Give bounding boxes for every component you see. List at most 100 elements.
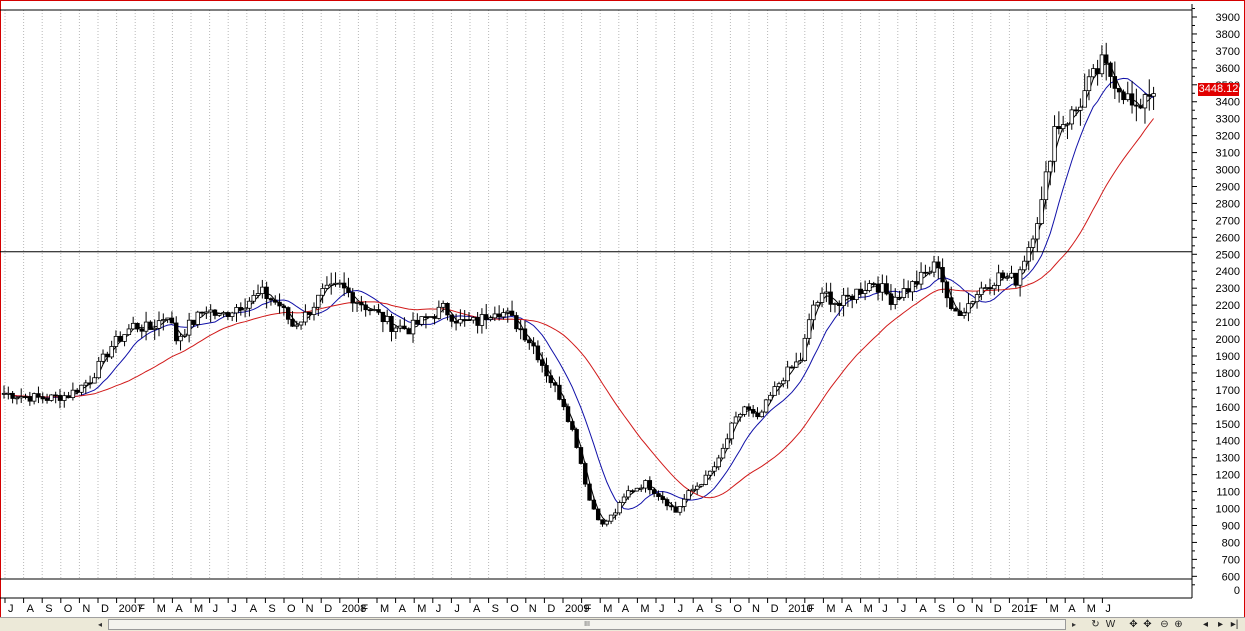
candle-body [656, 493, 661, 497]
scroll-back-icon[interactable]: ◂ [1199, 618, 1212, 631]
candle-body [423, 316, 429, 318]
price-chart[interactable]: 600 700 800 900 1000 1100 1200 1300 1400 1500 1600… [0, 0, 1245, 617]
candle [260, 279, 265, 299]
candle-body [1000, 272, 1006, 279]
scroll-end-icon[interactable]: ▸| [1228, 618, 1241, 631]
x-tick-label: F [585, 603, 592, 615]
candle [49, 394, 54, 402]
scroll-forward-icon[interactable]: ▸ [1214, 618, 1227, 631]
candle [1129, 80, 1135, 114]
candle-body [974, 294, 980, 303]
candle-body [815, 302, 820, 306]
y-tick-label: 2200 [1216, 300, 1240, 312]
candle-body [471, 317, 476, 321]
candle [118, 331, 123, 343]
candle-body [845, 294, 851, 297]
y-tick-label: 1900 [1216, 351, 1240, 363]
x-tick-label: D [101, 603, 109, 615]
candle [186, 312, 192, 343]
move-icon[interactable]: ✥ [1141, 618, 1154, 631]
candle [1052, 115, 1057, 173]
candle-body [630, 490, 635, 493]
horizontal-scrollbar[interactable]: ◂ III ▸ ↻ W ✥ ✥ ⊖ ⊕ ◂ ▸ ▸| [0, 617, 1245, 631]
candle [363, 301, 368, 317]
candle-body [574, 429, 579, 448]
candle-body [130, 322, 136, 330]
zoom-in-icon[interactable]: ⊕ [1172, 618, 1185, 631]
candle-body [539, 359, 545, 366]
refresh-icon[interactable]: ↻ [1089, 618, 1102, 631]
candle-body [307, 311, 312, 315]
candle-body [1039, 199, 1044, 224]
candle [505, 307, 510, 323]
candle [742, 405, 747, 417]
x-tick-label: F [138, 603, 145, 615]
candle-body [600, 519, 605, 525]
candle [587, 482, 592, 501]
scroll-left-button[interactable]: ◂ [94, 619, 106, 630]
scroll-right-button[interactable]: ▸ [1068, 619, 1080, 630]
candle [1013, 272, 1019, 288]
candle [522, 320, 528, 343]
candle-body [725, 438, 730, 449]
x-tick-label: M [826, 603, 835, 615]
candle-body [36, 393, 41, 398]
y-tick-label: 1000 [1216, 504, 1240, 516]
candle [849, 294, 855, 309]
zoom-out-icon[interactable]: ⊖ [1158, 618, 1171, 631]
candle-body [229, 312, 235, 317]
candle [591, 496, 597, 510]
candle-body [337, 282, 343, 285]
candle [174, 316, 179, 345]
candle-body [186, 319, 192, 336]
candle-body [83, 382, 89, 386]
candle [1147, 79, 1152, 111]
y-tick-label: 3100 [1216, 148, 1240, 160]
candle-body [225, 312, 231, 317]
candle-body [802, 337, 808, 361]
axes: 600 700 800 900 1000 1100 1200 1300 1400 1500 1600… [0, 4, 1240, 615]
candle [595, 508, 601, 521]
candle-body [918, 271, 924, 285]
candle [1095, 59, 1100, 86]
y-tick-label: 3200 [1216, 131, 1240, 143]
candle-body [626, 490, 631, 498]
candle-body [458, 319, 463, 324]
candle-body [165, 317, 170, 320]
candle [750, 404, 756, 418]
candle-body [139, 328, 144, 332]
candle-body [699, 484, 704, 487]
candle-body [1112, 76, 1118, 89]
candle-body [660, 496, 665, 500]
candle-body [858, 288, 864, 294]
x-tick-label: A [250, 603, 258, 615]
scroll-thumb[interactable]: III [108, 619, 1066, 630]
candle [802, 334, 808, 362]
x-tick-label: D [771, 603, 779, 615]
candle-body [169, 317, 175, 324]
candle [626, 485, 631, 500]
candle [763, 398, 769, 414]
x-tick-label: M [194, 603, 203, 615]
candle-body [221, 312, 226, 315]
candle-body [944, 281, 950, 299]
candle [1138, 98, 1143, 110]
candle [341, 272, 347, 297]
candle [1151, 86, 1156, 110]
candle-body [1056, 126, 1062, 130]
candle-body [234, 307, 239, 314]
candle-body [849, 295, 855, 301]
candle-body [677, 506, 683, 513]
candle-body [346, 287, 351, 293]
candle [1116, 87, 1122, 103]
weekly-period-button[interactable]: W [1104, 618, 1117, 631]
y-tick-label: 1200 [1216, 470, 1240, 482]
candle-body [1060, 124, 1066, 130]
candle [62, 391, 67, 408]
candle-body [70, 389, 76, 398]
candle [229, 311, 235, 322]
candle-body [905, 288, 911, 293]
candle-body [591, 499, 597, 510]
candle-body [880, 283, 885, 293]
move-vertical-icon[interactable]: ✥ [1127, 618, 1140, 631]
